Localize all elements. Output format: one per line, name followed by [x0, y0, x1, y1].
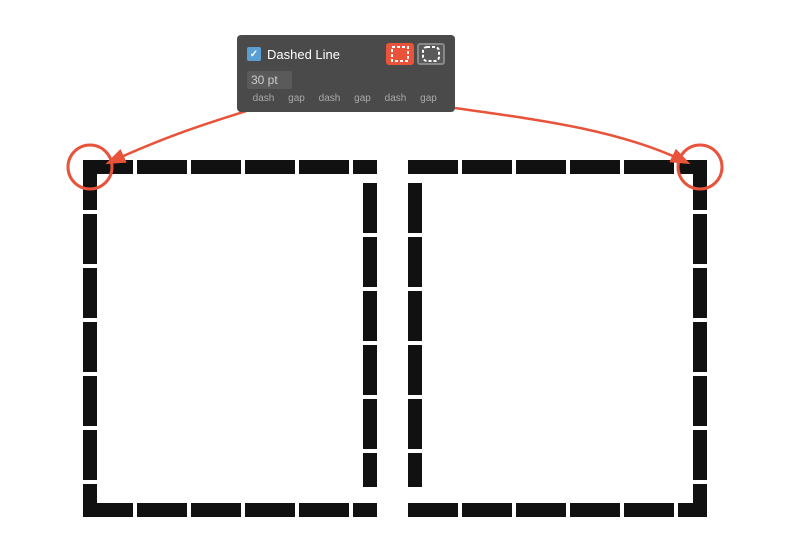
label-gap-3: gap	[412, 93, 445, 104]
panel-labels: dash gap dash gap dash gap	[247, 93, 445, 104]
label-dash-1: dash	[247, 93, 280, 104]
dashed-line-panel: Dashed Line dash gap dash gap dash gap	[237, 35, 455, 112]
round-corner-button[interactable]	[417, 43, 445, 65]
label-gap-2: gap	[346, 93, 379, 104]
corner-buttons	[386, 43, 445, 65]
label-gap-1: gap	[280, 93, 313, 104]
label-dash-2: dash	[313, 93, 346, 104]
dash-value-input[interactable]	[247, 71, 292, 89]
panel-header: Dashed Line	[247, 43, 445, 65]
label-dash-3: dash	[379, 93, 412, 104]
panel-title: Dashed Line	[267, 47, 340, 62]
sharp-corner-button[interactable]	[386, 43, 414, 65]
panel-title-row: Dashed Line	[247, 47, 340, 62]
panel-value-row	[247, 71, 445, 89]
dashed-line-checkbox[interactable]	[247, 47, 261, 61]
